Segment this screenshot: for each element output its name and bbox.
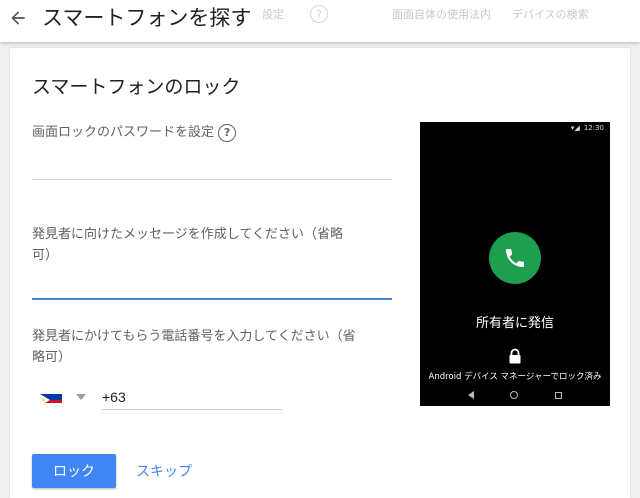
lock-icon <box>509 348 521 364</box>
password-label-text: 画面ロックのパスワードを設定 <box>32 125 215 140</box>
password-label: 画面ロックのパスワードを設定? <box>32 122 237 143</box>
ghost-text-settings: 設定 <box>262 8 284 21</box>
skip-link[interactable]: スキップ <box>136 461 192 481</box>
nav-recent-icon[interactable] <box>554 391 562 399</box>
phone-icon <box>506 249 524 267</box>
philippines-flag-icon[interactable] <box>40 391 62 403</box>
nav-back-icon[interactable] <box>468 391 475 399</box>
card-title: スマートフォンのロック <box>32 76 241 98</box>
phone-label: 発見者にかけてもらう電話番号を入力してください（省 略可） <box>32 326 356 368</box>
call-owner-button[interactable] <box>489 232 541 284</box>
call-owner-label[interactable]: 所有者に発信 <box>420 312 610 331</box>
status-time: 12:30 <box>583 124 604 132</box>
signal-icon: ▾◢ <box>570 124 580 132</box>
lock-card: スマートフォンのロック 画面ロックのパスワードを設定? 発見者に向けたメッセージ… <box>10 48 630 498</box>
message-label-line2: 可） <box>32 248 59 263</box>
phone-number-input[interactable] <box>102 384 282 410</box>
locked-status-text: Android デバイス マネージャーでロック済み <box>428 372 602 382</box>
android-nav-bar <box>420 388 610 402</box>
ghost-help-icon: ? <box>310 5 328 23</box>
lock-button[interactable]: ロック <box>32 454 116 488</box>
help-icon[interactable]: ? <box>218 123 237 142</box>
lock-screen-preview: ▾◢ 12:30 所有者に発信 Android デバイス マネージャーでロック済… <box>420 122 610 406</box>
nav-home-icon[interactable] <box>510 391 519 399</box>
phone-label-line2: 略可） <box>32 350 72 365</box>
message-label: 発見者に向けたメッセージを作成してください（省略 可） <box>32 224 343 266</box>
ghost-text-usage: 面面自体の使用法内 <box>392 8 491 21</box>
page-title: スマートフォンを探す <box>42 6 252 30</box>
phone-label-line1: 発見者にかけてもらう電話番号を入力してください（省 <box>32 329 356 344</box>
arrow-back-icon <box>11 11 25 25</box>
ghost-text-find: デバイスの検索 <box>512 8 589 21</box>
message-field[interactable] <box>32 276 392 300</box>
password-field[interactable] <box>32 156 392 180</box>
status-bar: ▾◢ 12:30 <box>571 124 604 132</box>
back-button[interactable] <box>4 4 32 32</box>
app-header: スマートフォンを探す 設定 ? 面面自体の使用法内 デバイスの検索 <box>0 0 640 42</box>
message-label-line1: 発見者に向けたメッセージを作成してください（省略 <box>32 227 343 242</box>
country-dropdown-caret[interactable] <box>76 394 86 400</box>
